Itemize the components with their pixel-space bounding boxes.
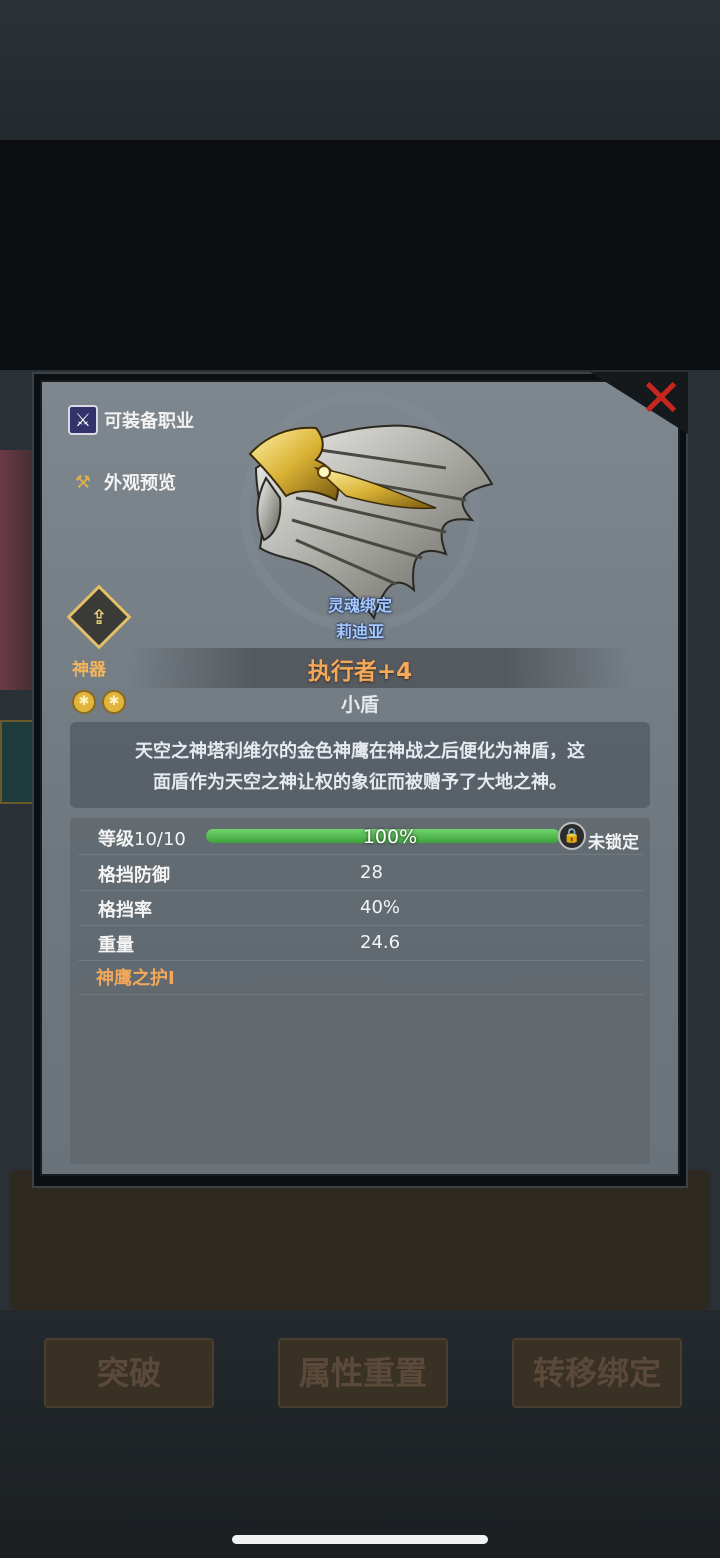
stat-label: 格挡率 <box>98 900 152 921</box>
stat-value: 24.6 <box>360 932 401 953</box>
item-type: 小盾 <box>340 694 379 716</box>
star-icon: ✱ <box>102 690 126 714</box>
reset-attributes-button: 属性重置 <box>278 1338 448 1408</box>
stat-row: 格挡防御 28 <box>78 856 644 891</box>
jobs-icon: ⚔ <box>68 405 98 435</box>
shield-wing-image <box>248 424 494 621</box>
appearance-preview-label: 外观预览 <box>104 473 176 494</box>
description-line-1: 天空之神塔利维尔的金色神鹰在神战之后便化为神盾，这 <box>135 741 585 762</box>
equippable-jobs-link[interactable]: ⚔ 可装备职业 <box>68 404 194 436</box>
lock-icon[interactable]: 🔒 <box>558 822 586 850</box>
bound-character: 莉迪亚 <box>335 622 384 641</box>
level-percent: 100% <box>362 826 418 848</box>
star-icon: ✱ <box>72 690 96 714</box>
stat-row: 格挡率 40% <box>78 891 644 926</box>
stat-label: 重量 <box>98 935 134 956</box>
lock-status: 未锁定 <box>588 833 639 853</box>
home-indicator <box>232 1535 488 1544</box>
background-top <box>0 0 720 140</box>
appearance-icon: ⚒ <box>74 471 92 493</box>
item-description: 天空之神塔利维尔的金色神鹰在神战之后便化为神盾，这 面盾作为天空之神让权的象征而… <box>90 736 630 798</box>
transfer-bind-button: 转移绑定 <box>512 1338 682 1408</box>
close-button[interactable]: ✕ <box>636 373 686 425</box>
stat-row: 重量 24.6 <box>78 926 644 961</box>
level-label: 等级10/10 <box>98 829 186 850</box>
appearance-preview-link[interactable]: ⚒ 外观预览 <box>68 466 176 498</box>
stat-label: 格挡防御 <box>98 865 170 886</box>
close-icon: ✕ <box>639 369 683 429</box>
bind-status: 灵魂绑定 <box>327 596 392 615</box>
breakthrough-button: 突破 <box>44 1338 214 1408</box>
background-parchment <box>10 1170 710 1310</box>
stat-value: 40% <box>360 897 401 918</box>
stat-value: 28 <box>360 862 383 883</box>
item-category: 神器 <box>72 660 106 680</box>
description-line-2: 面盾作为天空之神让权的象征而被赠予了大地之神。 <box>153 772 567 793</box>
level-value: 10/10 <box>134 829 186 850</box>
equippable-jobs-label: 可装备职业 <box>104 411 194 432</box>
skill-name[interactable]: 神鹰之护I <box>96 964 175 990</box>
item-name: 执行者+4 <box>307 659 413 685</box>
background-header-bar <box>0 140 720 370</box>
